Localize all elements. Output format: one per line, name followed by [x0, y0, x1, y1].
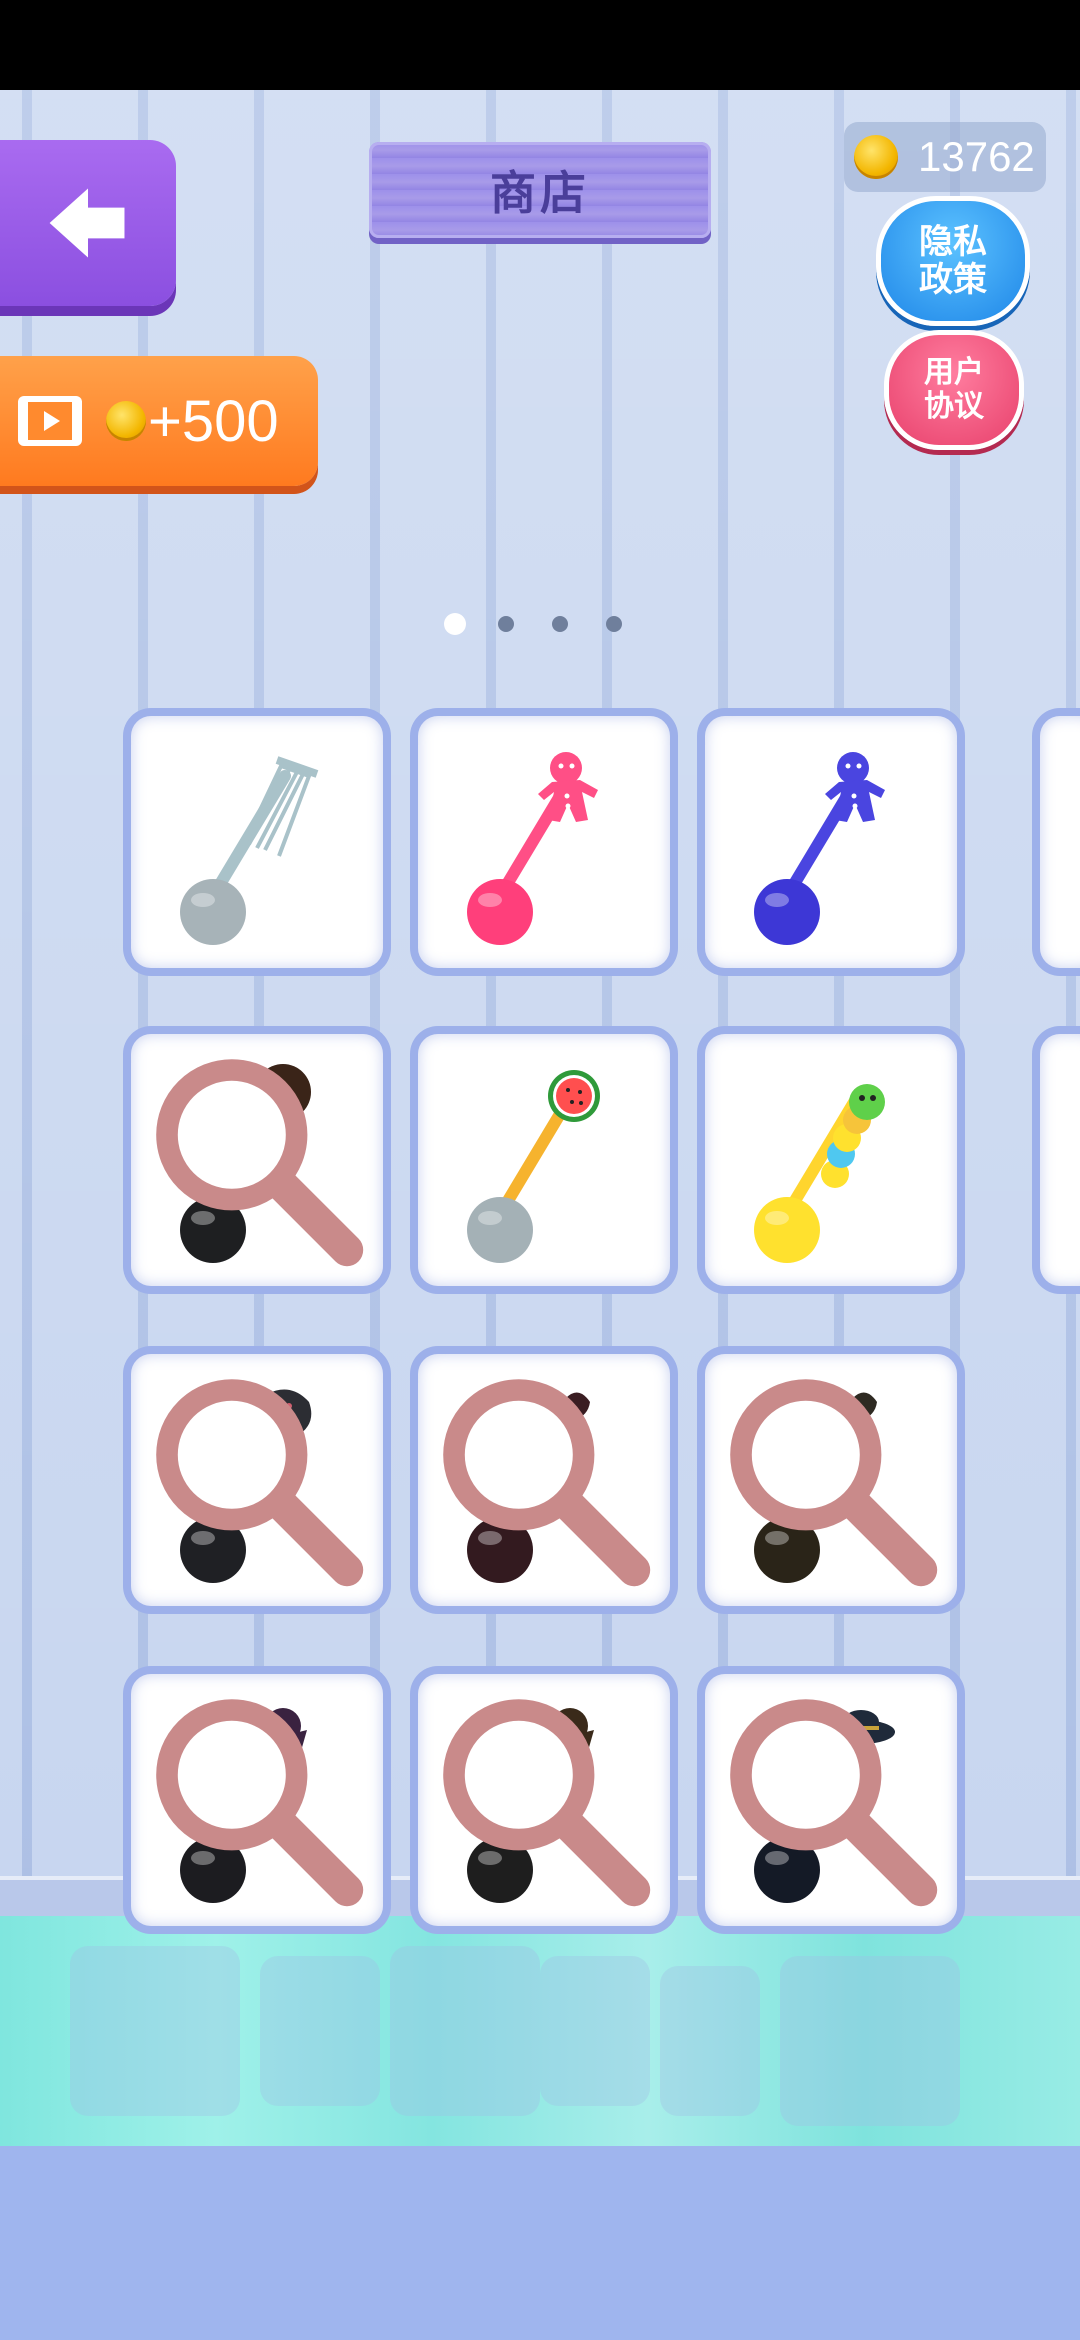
item-card-blob-scoop[interactable] — [131, 1354, 383, 1606]
watch-ad-reward-button[interactable]: +500 — [0, 356, 318, 486]
scoop-icon — [754, 752, 885, 945]
scoop-icon — [467, 1070, 600, 1263]
coin-icon — [106, 401, 146, 441]
privacy-policy-label: 隐私政策 — [919, 223, 987, 299]
scoop-icon — [180, 756, 319, 945]
coin-balance: 13762 — [844, 122, 1046, 192]
shop-title-board: 商店 — [369, 142, 711, 238]
page-dot[interactable] — [498, 616, 514, 632]
item-card-gingerbread-pink-scoop[interactable] — [418, 716, 670, 968]
page-title: 商店 — [490, 167, 590, 219]
user-agreement-button[interactable]: 用户协议 — [884, 330, 1024, 450]
arrow-left-icon — [49, 188, 125, 258]
magnifier-icon — [443, 1699, 651, 1907]
item-card-drip-brown-scoop[interactable] — [705, 1354, 957, 1606]
page-dot[interactable] — [552, 616, 568, 632]
page-dot[interactable] — [444, 613, 466, 635]
counter-background — [0, 1916, 1080, 2146]
bottom-area — [0, 2146, 1080, 2340]
item-card-gingerbread-blue-scoop[interactable] — [705, 716, 957, 968]
reward-amount: +500 — [148, 388, 279, 454]
next-page-card — [1040, 716, 1080, 968]
back-button[interactable] — [0, 140, 176, 306]
privacy-policy-button[interactable]: 隐私政策 — [876, 196, 1030, 326]
item-card-whisk-scoop[interactable] — [131, 716, 383, 968]
item-card-hat-scoop[interactable] — [705, 1674, 957, 1926]
scoop-icon — [467, 752, 598, 945]
magnifier-icon — [156, 1699, 364, 1907]
user-agreement-label: 用户协议 — [924, 356, 984, 423]
video-icon — [18, 396, 82, 446]
status-bar — [0, 0, 1080, 90]
magnifier-icon — [156, 1379, 364, 1587]
item-card-cone-purple-scoop[interactable] — [131, 1674, 383, 1926]
next-page-card — [1040, 1034, 1080, 1286]
coin-icon — [854, 135, 898, 179]
item-card-cookie-scoop[interactable] — [131, 1034, 383, 1286]
item-card-watermelon-scoop[interactable] — [418, 1034, 670, 1286]
item-card-drip-red-scoop[interactable] — [418, 1354, 670, 1606]
page-dot[interactable] — [606, 616, 622, 632]
magnifier-icon — [443, 1379, 651, 1587]
page-indicator — [444, 610, 644, 640]
item-card-caterpillar-scoop[interactable] — [705, 1034, 957, 1286]
magnifier-icon — [156, 1059, 364, 1267]
magnifier-icon — [730, 1699, 938, 1907]
coin-amount: 13762 — [918, 133, 1035, 180]
magnifier-icon — [730, 1379, 938, 1587]
item-card-cone-brown-scoop[interactable] — [418, 1674, 670, 1926]
scoop-icon — [754, 1084, 885, 1263]
